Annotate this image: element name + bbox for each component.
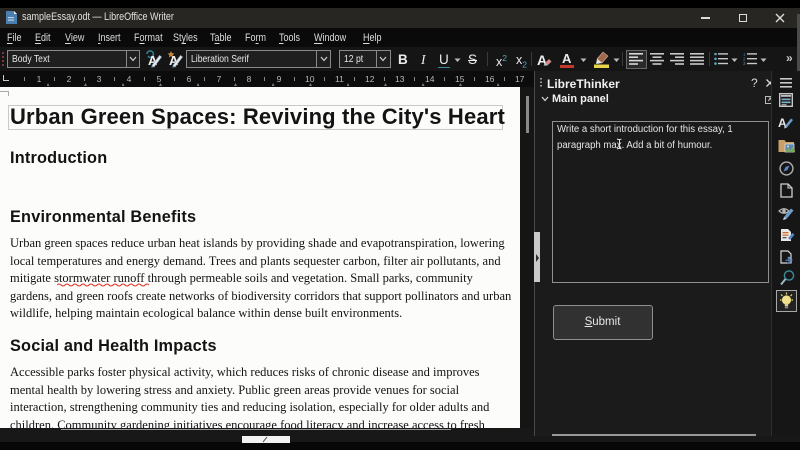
svg-text:3: 3 [743, 61, 746, 65]
svg-text:A: A [537, 52, 547, 68]
